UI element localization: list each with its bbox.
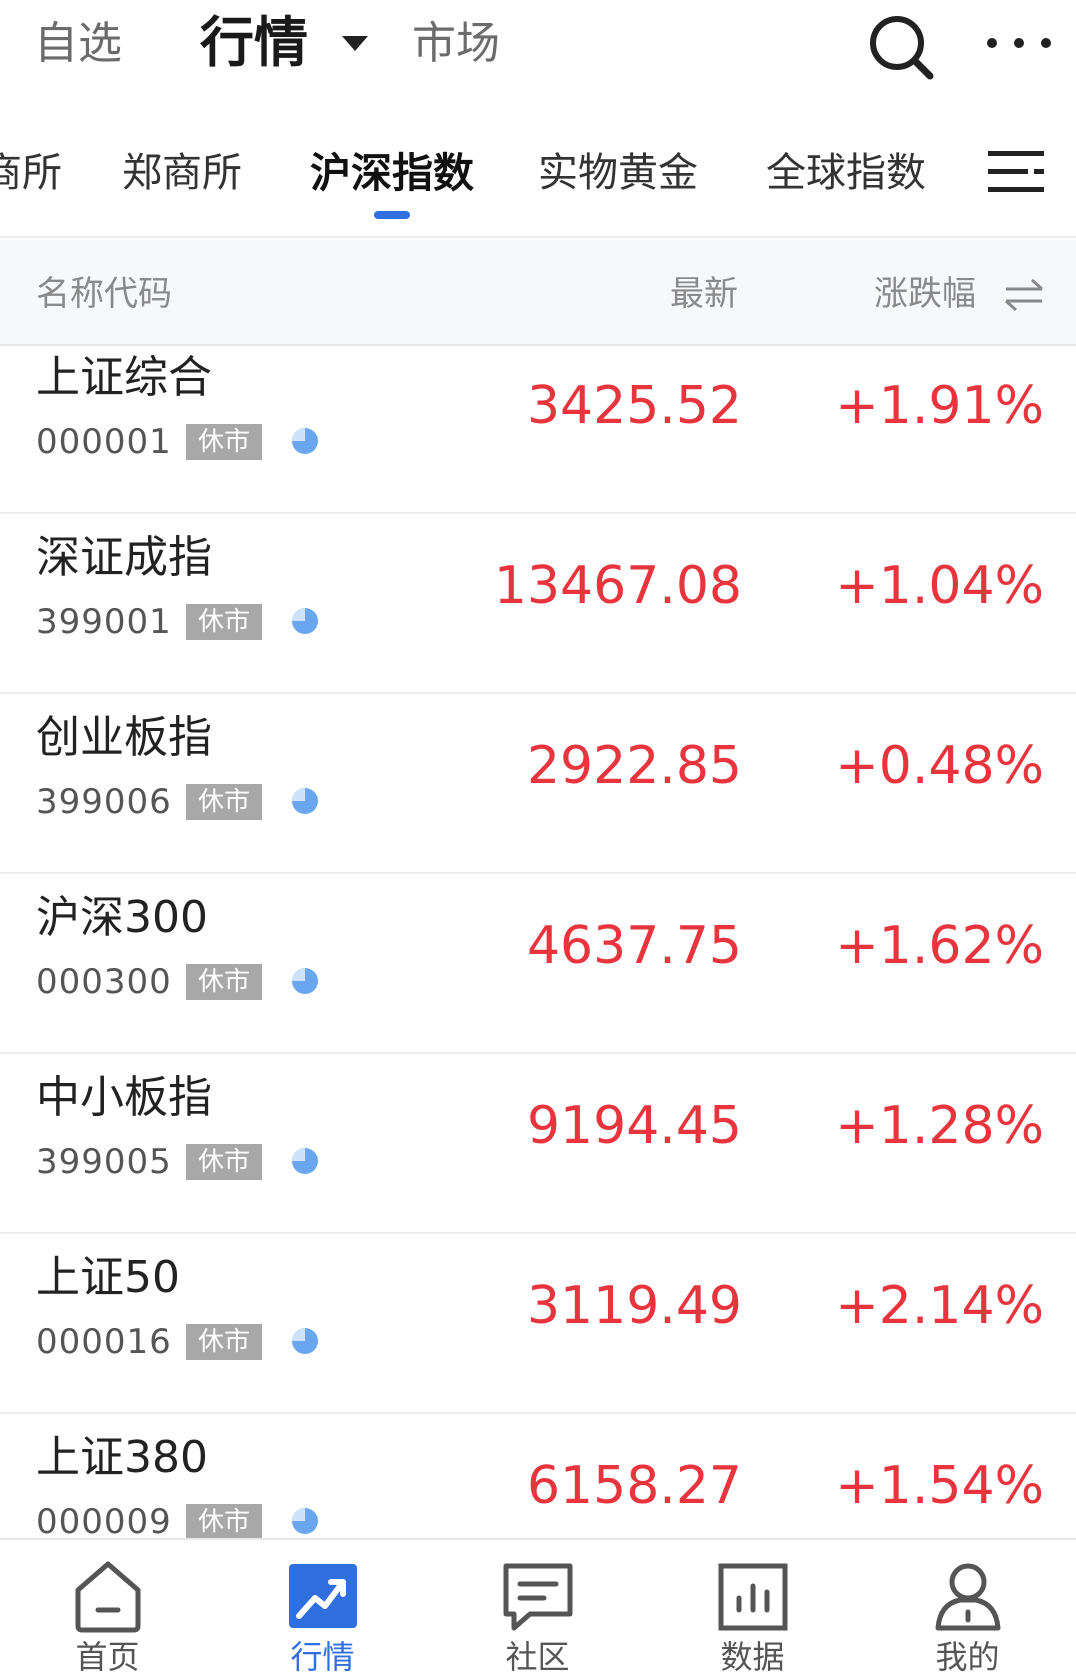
nav-home-label: 首页 — [75, 1638, 140, 1676]
market-page: 自选 行情 市场 商所 郑商所 沪深指数 实物黄金 全球指数 名称代码 最新 — [0, 0, 1076, 1677]
column-change[interactable]: 涨跌幅 — [874, 272, 976, 316]
column-name-code: 名称代码 — [36, 274, 172, 314]
index-code: 399001 — [36, 602, 172, 642]
pie-chart-icon — [292, 968, 318, 994]
change-percent: +1.28% — [835, 1096, 1044, 1156]
tab-quotes[interactable]: 行情 — [200, 10, 308, 76]
index-name: 深证成指 — [36, 532, 212, 583]
nav-me-label: 我的 — [935, 1638, 1000, 1676]
nav-home[interactable]: 首页 — [0, 1540, 215, 1677]
index-code: 000001 — [36, 422, 172, 462]
community-chat-icon — [503, 1563, 573, 1631]
index-name: 上证50 — [36, 1252, 180, 1303]
chevron-down-icon[interactable] — [342, 36, 368, 51]
index-name: 创业板指 — [36, 712, 212, 763]
bottom-nav: 首页 行情 社区 数据 我的 — [0, 1538, 1076, 1677]
nav-quotes[interactable]: 行情 — [215, 1540, 430, 1677]
pie-chart-icon — [292, 788, 318, 814]
status-badge: 休市 — [186, 424, 262, 460]
index-code: 000016 — [36, 1322, 172, 1362]
tab-global-index[interactable]: 全球指数 — [766, 145, 926, 201]
index-code: 399006 — [36, 782, 172, 822]
latest-price: 4637.75 — [526, 916, 742, 976]
change-percent: +1.54% — [835, 1456, 1044, 1516]
top-bar: 自选 行情 市场 — [0, 0, 1076, 110]
tab-zce[interactable]: 郑商所 — [122, 145, 242, 201]
table-row[interactable]: 上证50 000016 休市 3119.49 +2.14% — [0, 1234, 1076, 1414]
menu-icon[interactable] — [988, 147, 1044, 197]
tab-watchlist[interactable]: 自选 — [34, 14, 122, 74]
index-code: 000009 — [36, 1502, 172, 1538]
table-row[interactable]: 上证综合 000001 休市 3425.52 +1.91% — [0, 348, 1076, 514]
market-trend-icon — [289, 1564, 357, 1628]
latest-price: 13467.08 — [493, 556, 742, 616]
status-badge: 休市 — [186, 1504, 262, 1538]
status-badge: 休市 — [186, 964, 262, 1000]
latest-price: 2922.85 — [526, 736, 742, 796]
index-code: 399005 — [36, 1142, 172, 1182]
tab-physical-gold[interactable]: 实物黄金 — [538, 145, 698, 201]
swap-icon[interactable] — [1004, 278, 1044, 312]
change-percent: +0.48% — [835, 736, 1044, 796]
latest-price: 6158.27 — [526, 1456, 742, 1516]
index-name: 上证综合 — [36, 352, 212, 403]
status-badge: 休市 — [186, 604, 262, 640]
pie-chart-icon — [292, 1328, 318, 1354]
column-latest[interactable]: 最新 — [670, 272, 738, 316]
table-header: 名称代码 最新 涨跌幅 — [0, 240, 1076, 346]
tab-market[interactable]: 市场 — [412, 14, 500, 74]
tab-hs-index[interactable]: 沪深指数 — [310, 145, 474, 201]
table-row[interactable]: 沪深300 000300 休市 4637.75 +1.62% — [0, 874, 1076, 1054]
nav-community[interactable]: 社区 — [430, 1540, 645, 1677]
pie-chart-icon — [292, 608, 318, 634]
status-badge: 休市 — [186, 1144, 262, 1180]
latest-price: 3425.52 — [526, 376, 742, 436]
status-badge: 休市 — [186, 1324, 262, 1360]
index-code: 000300 — [36, 962, 172, 1002]
table-row[interactable]: 创业板指 399006 休市 2922.85 +0.48% — [0, 694, 1076, 874]
pie-chart-icon — [292, 428, 318, 454]
search-icon[interactable] — [866, 12, 936, 82]
nav-community-label: 社区 — [505, 1638, 570, 1676]
latest-price: 3119.49 — [526, 1276, 742, 1336]
more-icon[interactable] — [984, 32, 1054, 54]
status-badge: 休市 — [186, 784, 262, 820]
home-icon — [75, 1561, 141, 1633]
nav-quotes-label: 行情 — [290, 1638, 355, 1676]
index-name: 沪深300 — [36, 892, 208, 943]
table-row[interactable]: 深证成指 399001 休市 13467.08 +1.04% — [0, 514, 1076, 694]
table-row[interactable]: 中小板指 399005 休市 9194.45 +1.28% — [0, 1054, 1076, 1234]
pie-chart-icon — [292, 1148, 318, 1174]
pie-chart-icon — [292, 1508, 318, 1534]
change-percent: +1.91% — [835, 376, 1044, 436]
table-row[interactable]: 上证380 000009 休市 6158.27 +1.54% — [0, 1414, 1076, 1538]
tab-exchange-partial[interactable]: 商所 — [0, 145, 62, 201]
active-tab-indicator — [374, 211, 410, 219]
profile-icon — [935, 1563, 1001, 1631]
exchange-tabs: 商所 郑商所 沪深指数 实物黄金 全球指数 — [0, 135, 1076, 238]
nav-data-label: 数据 — [720, 1638, 785, 1676]
nav-data[interactable]: 数据 — [645, 1540, 860, 1677]
change-percent: +2.14% — [835, 1276, 1044, 1336]
nav-me[interactable]: 我的 — [860, 1540, 1075, 1677]
index-list: 上证综合 000001 休市 3425.52 +1.91% 深证成指 39900… — [0, 348, 1076, 1538]
latest-price: 9194.45 — [526, 1096, 742, 1156]
index-name: 中小板指 — [36, 1072, 212, 1123]
change-percent: +1.62% — [835, 916, 1044, 976]
change-percent: +1.04% — [835, 556, 1044, 616]
data-bar-chart-icon — [718, 1563, 788, 1631]
index-name: 上证380 — [36, 1432, 208, 1483]
